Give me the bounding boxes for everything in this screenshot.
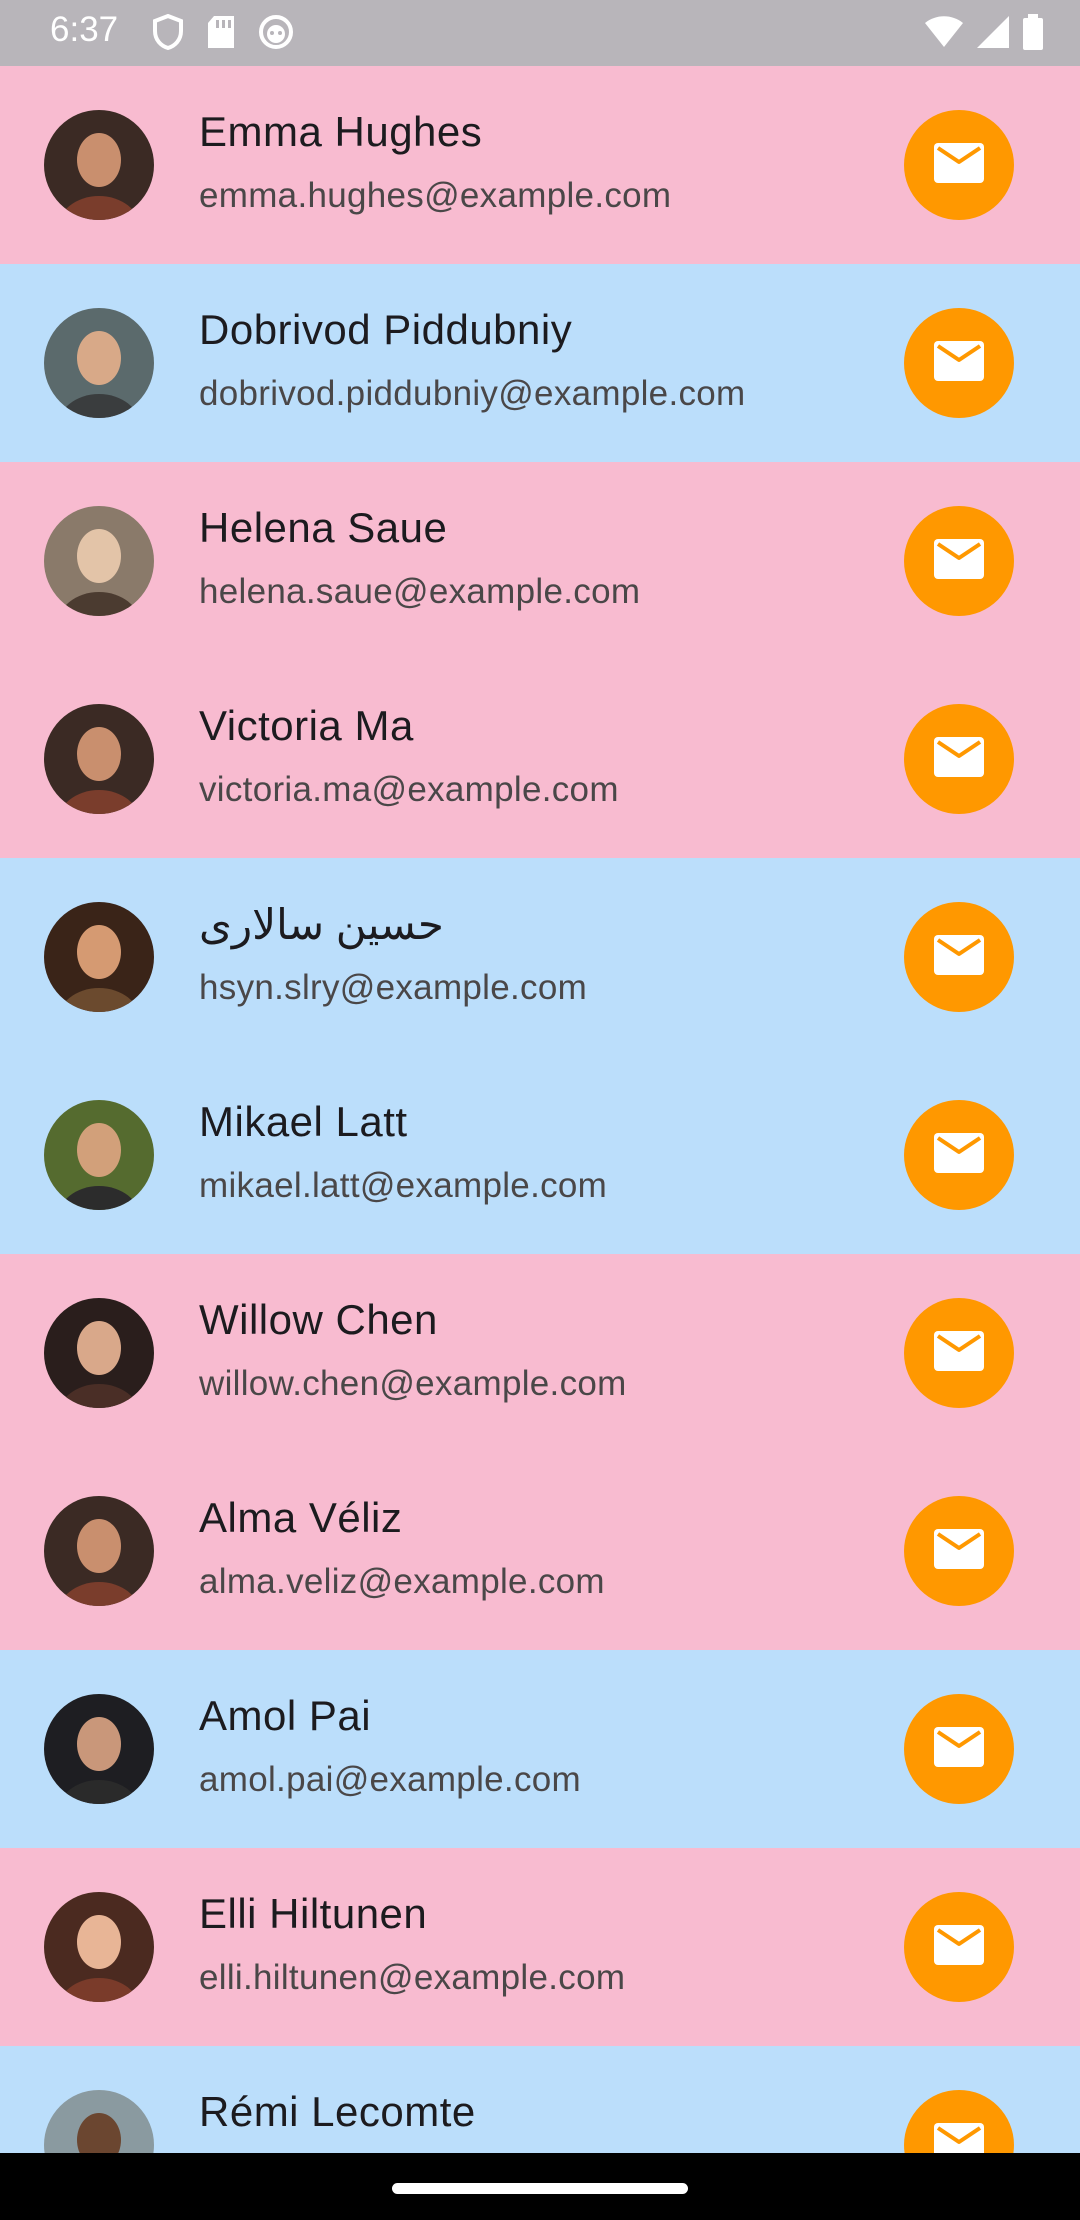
contact-email: victoria.ma@example.com [199,770,619,809]
status-time: 6:37 [50,10,119,49]
mail-icon [933,1726,985,1773]
contact-row[interactable]: Willow Chen willow.chen@example.com [0,1254,1080,1452]
contact-row[interactable]: Dobrivod Piddubniy dobrivod.piddubniy@exa… [0,264,1080,462]
contact-row[interactable]: Alma Véliz alma.veliz@example.com [0,1452,1080,1650]
contact-name: Mikael Latt [199,1098,408,1145]
status-bar: 6:37 [0,0,1080,66]
contact-name: Rémi Lecomte [199,2088,476,2135]
contact-list[interactable]: Emma Hughes emma.hughes@example.com Dobriv… [0,66,1080,2153]
email-button[interactable] [904,1496,1014,1606]
avatar [44,704,154,814]
contact-name: Amol Pai [199,1692,372,1739]
email-button[interactable] [904,902,1014,1012]
email-button[interactable] [904,704,1014,814]
contact-row[interactable]: Emma Hughes emma.hughes@example.com [0,66,1080,264]
contact-email: willow.chen@example.com [199,1364,627,1403]
battery-icon [1022,14,1044,55]
cellular-signal-icon [976,15,1010,54]
contact-row[interactable]: Elli Hiltunen elli.hiltunen@example.com [0,1848,1080,2046]
home-gesture-handle[interactable] [392,2183,688,2194]
contact-email: helena.saue@example.com [199,572,641,611]
mail-icon [933,340,985,387]
contact-email: elli.hiltunen@example.com [199,1958,626,1997]
contact-name: Dobrivod Piddubniy [199,306,573,353]
contact-row[interactable]: Rémi Lecomte [0,2046,1080,2153]
mail-icon [933,1924,985,1971]
mail-icon [933,934,985,981]
mail-icon [933,736,985,783]
sd-card-icon [206,14,236,55]
contact-name: Helena Saue [199,504,448,551]
email-button[interactable] [904,1694,1014,1804]
contact-row[interactable]: Victoria Ma victoria.ma@example.com [0,660,1080,858]
avatar [44,506,154,616]
email-button[interactable] [904,1100,1014,1210]
contact-name: Alma Véliz [199,1494,403,1541]
face-icon [258,14,294,55]
mail-icon [933,1132,985,1179]
status-icons-right [924,14,1044,55]
email-button[interactable] [904,506,1014,616]
avatar [44,2090,154,2153]
shield-icon [152,13,184,55]
contact-email: emma.hughes@example.com [199,176,672,215]
navigation-bar [0,2153,1080,2220]
wifi-icon [924,15,964,54]
contact-name: Victoria Ma [199,702,414,749]
contact-name: Willow Chen [199,1296,438,1343]
avatar [44,1892,154,2002]
contact-name: Emma Hughes [199,108,483,155]
contact-row[interactable]: Mikael Latt mikael.latt@example.com [0,1056,1080,1254]
email-button[interactable] [904,1892,1014,2002]
contact-email: alma.veliz@example.com [199,1562,605,1601]
email-button[interactable] [904,2090,1014,2153]
contact-row[interactable]: Helena Saue helena.saue@example.com [0,462,1080,660]
contact-email: hsyn.slry@example.com [199,968,588,1007]
avatar [44,1100,154,1210]
avatar [44,110,154,220]
contact-name: حسین سالاری [199,901,444,948]
mail-icon [933,1330,985,1377]
mail-icon [933,142,985,189]
contact-row[interactable]: حسین سالاری hsyn.slry@example.com [0,858,1080,1056]
mail-icon [933,2122,985,2153]
avatar [44,902,154,1012]
avatar [44,308,154,418]
contact-email: mikael.latt@example.com [199,1166,608,1205]
email-button[interactable] [904,308,1014,418]
contact-name: Elli Hiltunen [199,1890,428,1937]
avatar [44,1298,154,1408]
contact-email: dobrivod.piddubniy@example.com [199,374,746,413]
contact-row[interactable]: Amol Pai amol.pai@example.com [0,1650,1080,1848]
email-button[interactable] [904,1298,1014,1408]
mail-icon [933,1528,985,1575]
email-button[interactable] [904,110,1014,220]
contact-email: amol.pai@example.com [199,1760,581,1799]
status-icons-left [152,13,294,55]
avatar [44,1694,154,1804]
mail-icon [933,538,985,585]
avatar [44,1496,154,1606]
